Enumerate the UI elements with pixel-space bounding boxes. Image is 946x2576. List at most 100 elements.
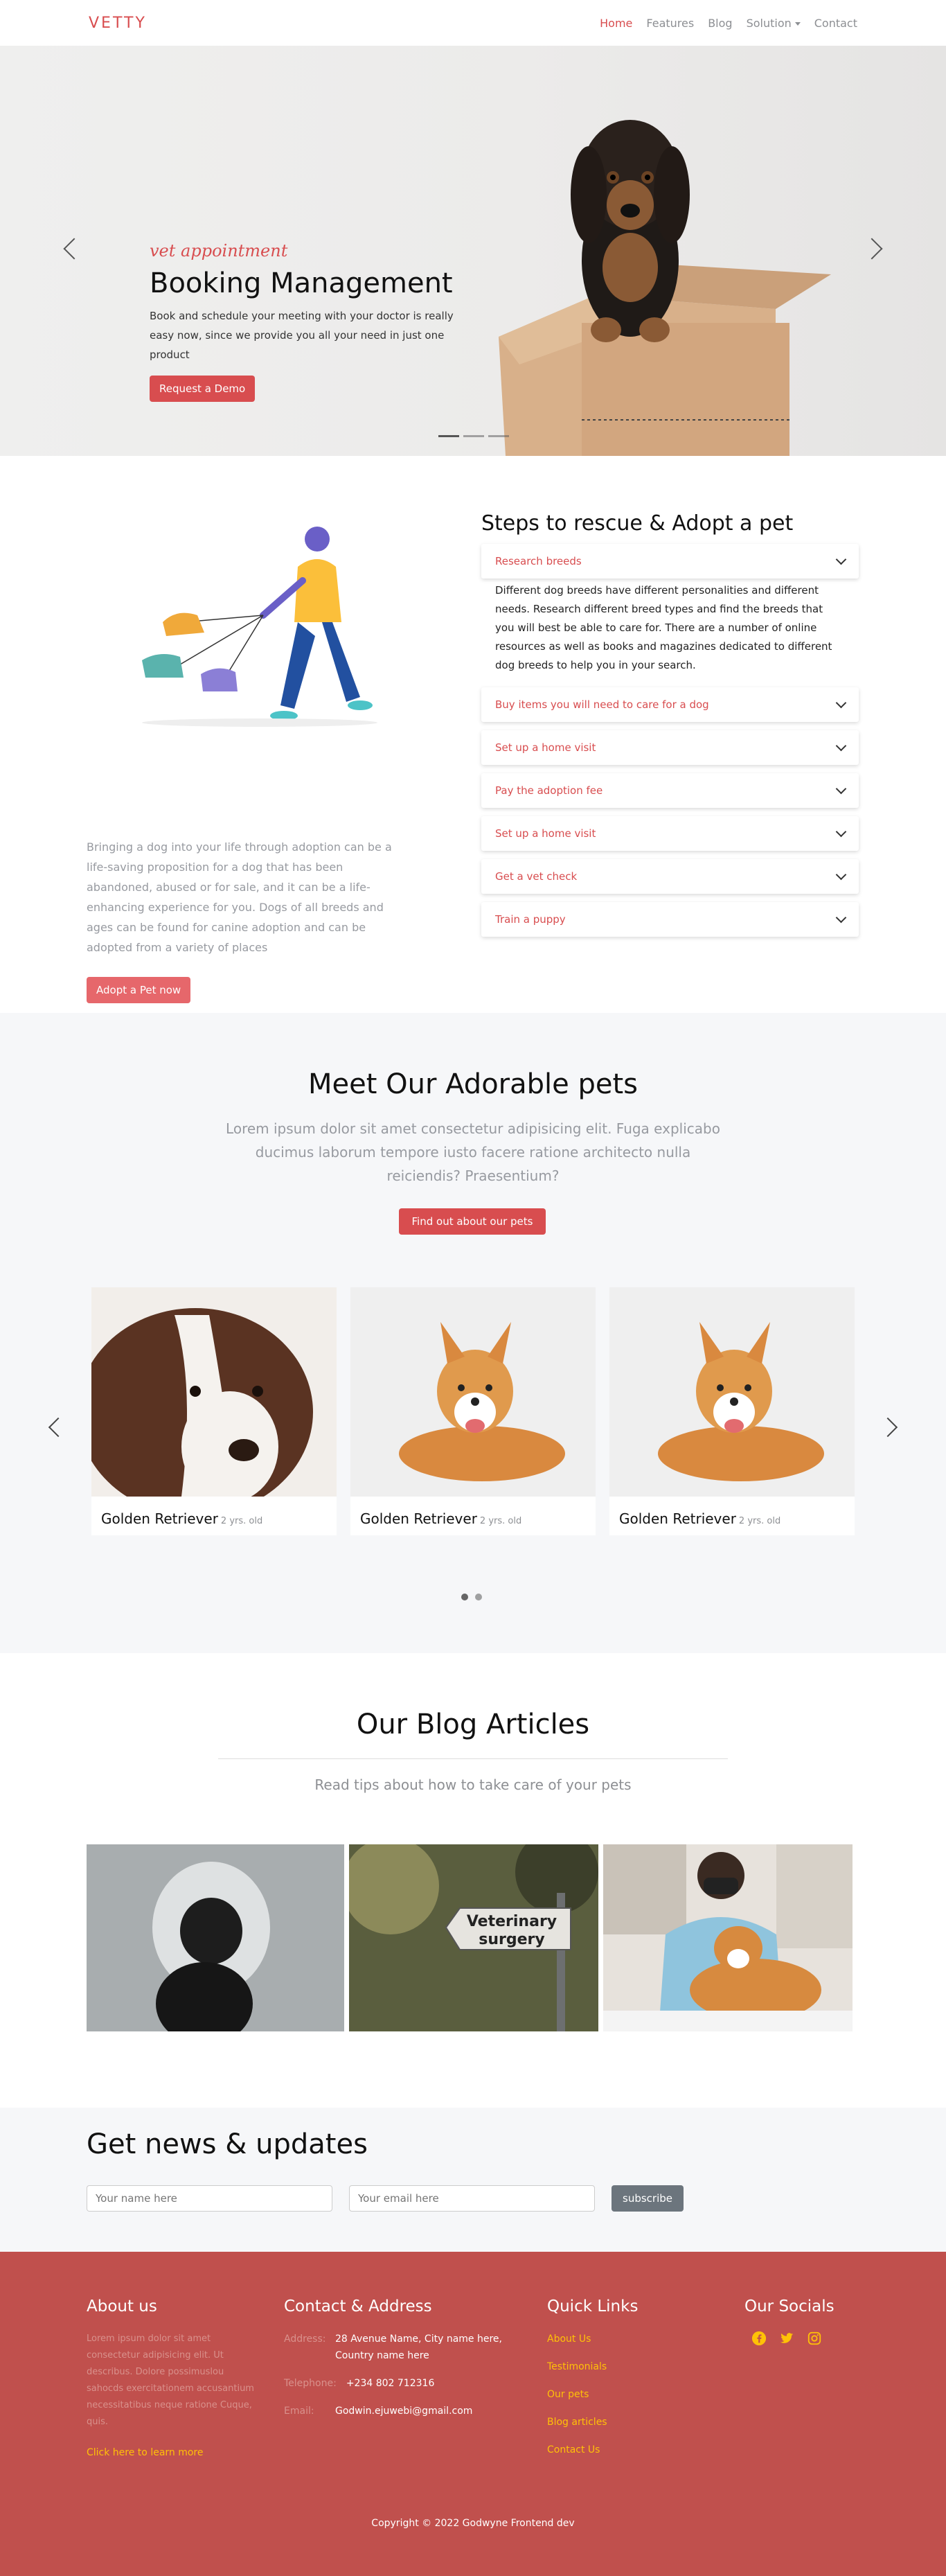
copyright: Copyright © 2022 Godwyne Frontend dev <box>371 2518 575 2529</box>
steps-column: Steps to rescue & Adopt a pet Research b… <box>481 511 859 945</box>
pet-caption: Golden Retriever 2 yrs. old <box>91 1499 337 1538</box>
accordion-title: Set up a home visit <box>495 827 596 840</box>
blog-image-vet-corgi[interactable] <box>603 1844 853 2031</box>
pet-caption: Golden Retriever 2 yrs. old <box>350 1499 596 1538</box>
accordion-header[interactable]: Get a vet check <box>481 859 859 894</box>
blog-section: Our Blog Articles Read tips about how to… <box>0 1653 946 2108</box>
chevron-down-icon <box>835 697 847 708</box>
steps-accordion: Research breeds Different dog breeds hav… <box>481 544 859 937</box>
carousel-indicator[interactable] <box>438 435 459 437</box>
accordion-item[interactable]: Set up a home visit <box>481 730 859 765</box>
corgi-photo <box>350 1287 596 1497</box>
instagram-icon[interactable] <box>807 2331 822 2346</box>
carousel-indicators <box>438 435 509 437</box>
hero-carousel: vet appointment Booking Management Book … <box>0 46 946 456</box>
quick-link-about[interactable]: About Us <box>547 2331 686 2347</box>
pet-age: 2 yrs. old <box>220 1516 263 1526</box>
accordion-title: Research breeds <box>495 555 582 567</box>
footer-quick-title: Quick Links <box>547 2297 639 2315</box>
footer-socials: Our Socials <box>744 2297 883 2346</box>
email-input[interactable] <box>349 2185 595 2212</box>
pets-indicators <box>461 1594 482 1600</box>
name-input[interactable] <box>87 2185 332 2212</box>
accordion-header[interactable]: Train a puppy <box>481 902 859 937</box>
accordion-title: Set up a home visit <box>495 741 596 754</box>
accordion-item[interactable]: Get a vet check <box>481 859 859 894</box>
accordion-header[interactable]: Set up a home visit <box>481 816 859 851</box>
pet-caption: Golden Retriever 2 yrs. old <box>609 1499 855 1538</box>
brand-logo[interactable]: VETTY <box>89 15 147 32</box>
pet-age: 2 yrs. old <box>738 1516 781 1526</box>
newsletter-form: subscribe <box>87 2185 684 2212</box>
newsletter-section: Get news & updates subscribe <box>0 2108 946 2252</box>
pets-indicator[interactable] <box>475 1594 482 1600</box>
quick-link-contact[interactable]: Contact Us <box>547 2442 686 2458</box>
pets-next-icon[interactable] <box>877 1417 898 1438</box>
pet-card[interactable]: Golden Retriever 2 yrs. old <box>609 1287 855 1535</box>
accordion-header[interactable]: Pay the adoption fee <box>481 773 859 808</box>
facebook-icon[interactable] <box>751 2331 767 2346</box>
carousel-prev-icon[interactable] <box>63 238 85 260</box>
footer: About us Lorem ipsum dolor sit amet cons… <box>0 2252 946 2576</box>
navbar: VETTY Home Features Blog Solution Contac… <box>89 0 857 46</box>
blog-image-pug-cone[interactable] <box>87 1844 344 2031</box>
accordion-header[interactable]: Research breeds <box>481 544 859 579</box>
pets-prev-icon[interactable] <box>48 1417 69 1438</box>
pets-subtitle: Lorem ipsum dolor sit amet consectetur a… <box>226 1120 720 1184</box>
adopt-pet-button[interactable]: Adopt a Pet now <box>87 977 191 1003</box>
accordion-item-header[interactable]: Research breeds <box>481 544 859 579</box>
hero-caption: vet appointment Booking Management Book … <box>150 241 475 402</box>
hero-kicker: vet appointment <box>150 241 288 261</box>
footer-about-title: About us <box>87 2297 157 2315</box>
request-demo-button[interactable]: Request a Demo <box>150 376 256 402</box>
accordion-item[interactable]: Buy items you will need to care for a do… <box>481 687 859 722</box>
pet-cards: Golden Retriever 2 yrs. old Golden Retrie… <box>78 1287 855 1538</box>
chevron-down-icon <box>835 826 847 837</box>
address-value: 28 Avenue Name, City name here, Country … <box>335 2334 502 2361</box>
pet-card[interactable]: Golden Retriever 2 yrs. old <box>350 1287 596 1535</box>
footer-quick-links: Quick Links About Us Testimonials Our pe… <box>547 2297 686 2469</box>
carousel-indicator[interactable] <box>463 435 484 437</box>
learn-more-link[interactable]: Click here to learn more <box>87 2447 256 2458</box>
accordion-item: Research breeds Different dog breeds hav… <box>481 544 859 687</box>
subscribe-button[interactable]: subscribe <box>612 2185 684 2212</box>
steps-title: Steps to rescue & Adopt a pet <box>481 511 794 536</box>
pet-age: 2 yrs. old <box>479 1516 522 1526</box>
blog-image-vet-sign[interactable]: Veterinary surgery <box>349 1844 598 2031</box>
accordion-header[interactable]: Buy items you will need to care for a do… <box>481 687 859 722</box>
nav-link-home[interactable]: Home <box>600 17 632 30</box>
chevron-down-icon <box>835 740 847 751</box>
accordion-title: Buy items you will need to care for a do… <box>495 698 709 711</box>
phone-value: +234 802 712316 <box>346 2378 435 2389</box>
nav-link-contact[interactable]: Contact <box>814 17 857 30</box>
email-value: Godwin.ejuwebi@gmail.com <box>335 2406 473 2417</box>
quick-link-pets[interactable]: Our pets <box>547 2386 686 2403</box>
footer-contact: Contact & Address Address: 28 Avenue Name… <box>284 2297 512 2431</box>
footer-phone: Telephone: +234 802 712316 <box>284 2375 512 2392</box>
accordion-item[interactable]: Train a puppy <box>481 902 859 937</box>
pets-indicator[interactable] <box>461 1594 468 1600</box>
adopt-section: Bringing a dog into your life through ad… <box>0 456 946 1013</box>
pet-name: Golden Retriever <box>619 1510 736 1527</box>
carousel-indicator[interactable] <box>488 435 509 437</box>
blog-subtitle: Read tips about how to take care of your… <box>314 1776 632 1793</box>
nav-link-blog[interactable]: Blog <box>708 17 732 30</box>
accordion-header[interactable]: Set up a home visit <box>481 730 859 765</box>
accordion-item[interactable]: Pay the adoption fee <box>481 773 859 808</box>
email-label: Email: <box>284 2406 314 2417</box>
chevron-down-icon <box>835 869 847 880</box>
twitter-icon[interactable] <box>779 2331 794 2346</box>
dog-walker-illustration <box>142 527 377 727</box>
quick-link-testimonials[interactable]: Testimonials <box>547 2358 686 2375</box>
footer-email: Email: Godwin.ejuwebi@gmail.com <box>284 2403 512 2419</box>
chevron-down-icon <box>835 783 847 794</box>
phone-label: Telephone: <box>284 2378 337 2389</box>
nav-link-features[interactable]: Features <box>646 17 694 30</box>
accordion-item[interactable]: Set up a home visit <box>481 816 859 851</box>
pet-card[interactable]: Golden Retriever 2 yrs. old <box>78 1287 337 1538</box>
nav-links: Home Features Blog Solution Contact <box>600 17 857 30</box>
quick-link-blog[interactable]: Blog articles <box>547 2414 686 2431</box>
find-pets-button[interactable]: Find out about our pets <box>399 1208 546 1235</box>
nav-dropdown-solution[interactable]: Solution <box>747 17 801 30</box>
border-collie-photo <box>78 1287 337 1516</box>
